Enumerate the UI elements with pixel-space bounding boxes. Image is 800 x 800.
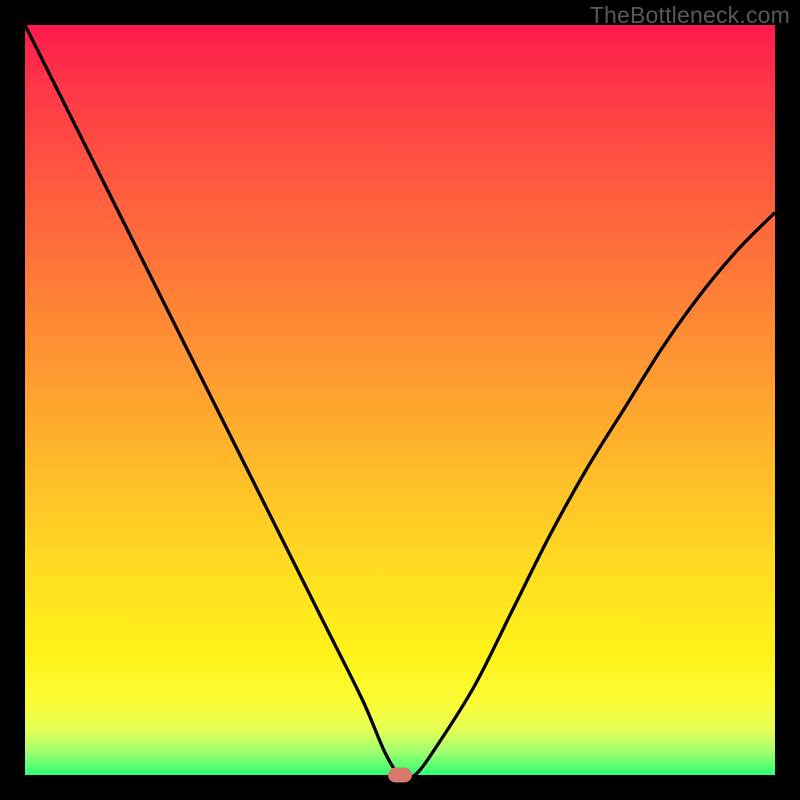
curve-path (25, 25, 775, 778)
bottleneck-curve (25, 25, 775, 775)
watermark-text: TheBottleneck.com (590, 2, 790, 29)
chart-frame: TheBottleneck.com (0, 0, 800, 800)
chart-plot-area (25, 25, 775, 775)
optimal-marker (388, 768, 412, 783)
